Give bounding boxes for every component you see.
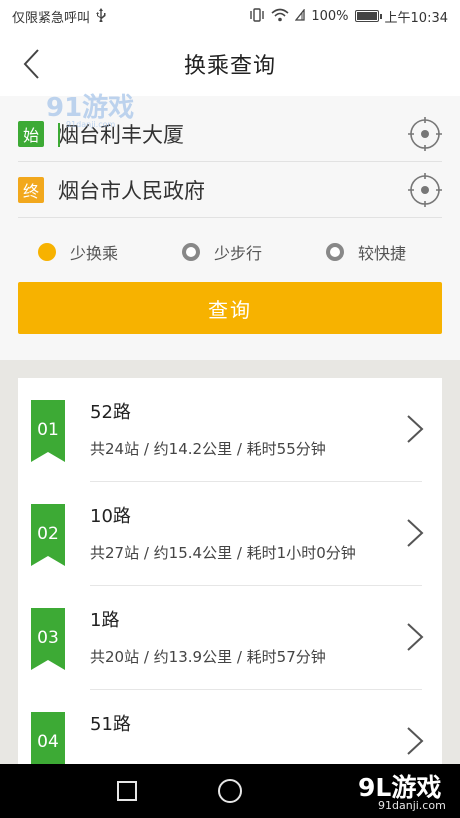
route-item[interactable]: 04 51路 [18,690,442,764]
route-index-badge: 03 [31,608,65,670]
route-detail: 共20站 / 约13.9公里 / 耗时57分钟 [90,648,326,666]
radio-selected-icon [38,243,56,261]
route-name: 1路 [90,610,120,631]
pref-label: 少换乘 [70,244,119,263]
chevron-left-icon [23,49,39,79]
usb-icon [96,7,106,25]
chevron-right-icon [407,415,424,443]
chevron-right-icon [407,727,424,755]
carrier-text: 仅限紧急呼叫 [12,10,91,26]
start-stop-input[interactable] [58,113,408,154]
route-form: 始 终 少换乘 少步行 较快捷 查询 [0,96,460,360]
start-stop-row: 始 [18,106,442,162]
pref-label: 较快捷 [358,244,407,263]
status-left: 仅限紧急呼叫 [12,7,106,26]
route-detail: 共27站 / 约15.4公里 / 耗时1小时0分钟 [90,544,356,562]
chevron-right-icon [407,623,424,651]
route-index: 02 [37,524,59,544]
page-title: 换乘查询 [183,54,276,79]
route-detail: 共24站 / 约14.2公里 / 耗时55分钟 [90,440,326,458]
route-name: 52路 [90,402,131,423]
radio-unselected-icon [326,243,345,261]
brand-main: 9L游戏 [358,773,442,802]
start-tag: 始 [18,120,44,147]
chevron-right-icon [407,519,424,547]
end-stop-row: 终 [18,162,442,218]
end-tag: 终 [18,176,44,203]
signal-icon [295,7,306,24]
route-name: 10路 [90,506,131,527]
route-index-badge: 02 [31,504,65,566]
circle-icon[interactable] [218,779,242,803]
route-index: 01 [37,420,59,440]
end-stop-input[interactable] [58,169,408,210]
pref-fewer-transfers[interactable]: 少换乘 [38,240,118,264]
battery-percent: 100% [311,8,349,24]
system-nav-bar: 9L游戏 91danji.com [0,764,460,818]
route-item[interactable]: 02 10路 共27站 / 约15.4公里 / 耗时1小时0分钟 [18,482,442,586]
results-card: 01 52路 共24站 / 约14.2公里 / 耗时55分钟 02 10路 共2… [18,378,442,764]
brand-watermark: 9L游戏 91danji.com [350,768,456,814]
route-index-badge: 04 [31,712,65,764]
wifi-icon [271,8,289,25]
results-area: 01 52路 共24站 / 约14.2公里 / 耗时55分钟 02 10路 共2… [0,360,460,764]
brand-sub: 91danji.com [378,799,446,812]
pref-label: 少步行 [214,244,263,263]
square-icon[interactable] [117,781,137,801]
route-item[interactable]: 01 52路 共24站 / 约14.2公里 / 耗时55分钟 [18,378,442,482]
status-bar: 仅限紧急呼叫 100% 上午10:34 [0,0,460,32]
route-index-badge: 01 [31,400,65,462]
nav-bar: 换乘查询 [0,32,460,96]
battery-icon [354,10,382,22]
radio-unselected-icon [182,243,201,261]
status-time: 上午10:34 [384,10,448,26]
back-button[interactable] [12,44,52,84]
route-index: 03 [37,628,59,648]
preference-row: 少换乘 少步行 较快捷 [18,232,442,272]
route-item[interactable]: 03 1路 共20站 / 约13.9公里 / 耗时57分钟 [18,586,442,690]
query-button[interactable]: 查询 [18,282,442,334]
crosshair-icon[interactable] [408,172,442,207]
pref-faster[interactable]: 较快捷 [326,240,406,264]
pref-less-walking[interactable]: 少步行 [182,240,262,264]
status-right: 100% 上午10:34 [249,7,448,26]
crosshair-icon[interactable] [408,116,442,151]
vibrate-icon [249,7,265,25]
route-index: 04 [37,732,59,752]
text-cursor [58,123,60,147]
route-name: 51路 [90,714,131,735]
